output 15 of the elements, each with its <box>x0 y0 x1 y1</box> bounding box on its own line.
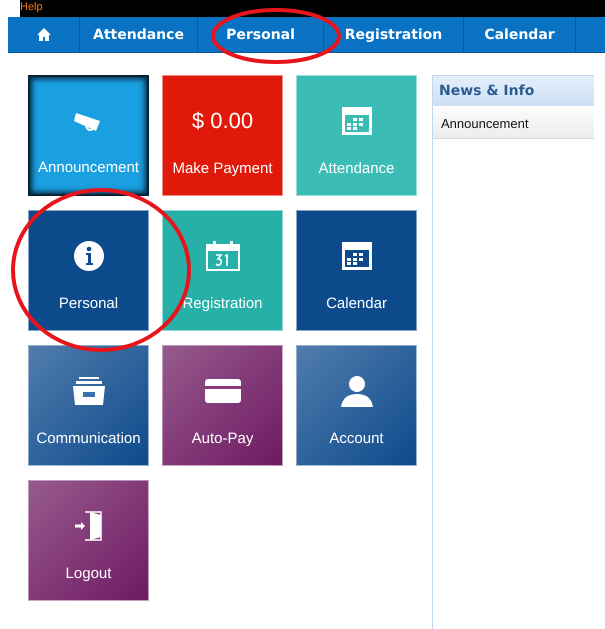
menu-tile[interactable]: Calendar <box>296 210 417 331</box>
menu-tile[interactable]: Account <box>296 345 417 466</box>
nav-tab[interactable]: Registration <box>324 17 464 52</box>
menu-tile[interactable]: $ 0.00 Make Payment <box>162 75 283 196</box>
help-link[interactable]: Help <box>20 1 43 13</box>
menu-tile[interactable]: Personal <box>28 210 149 331</box>
amount-text: $ 0.00 <box>192 108 254 134</box>
panel-title: News & Info <box>433 76 594 106</box>
nav-tab[interactable]: Calendar <box>464 17 576 52</box>
menu-tile[interactable]: Logout <box>28 480 149 601</box>
news-item[interactable]: Announcement <box>433 108 594 139</box>
menu-tile[interactable]: Auto-Pay <box>162 345 283 466</box>
menu-tile[interactable]: Communication <box>28 345 149 466</box>
nav-tab[interactable]: Attendance <box>80 17 198 52</box>
nav-tab[interactable]: Personal <box>198 17 324 52</box>
